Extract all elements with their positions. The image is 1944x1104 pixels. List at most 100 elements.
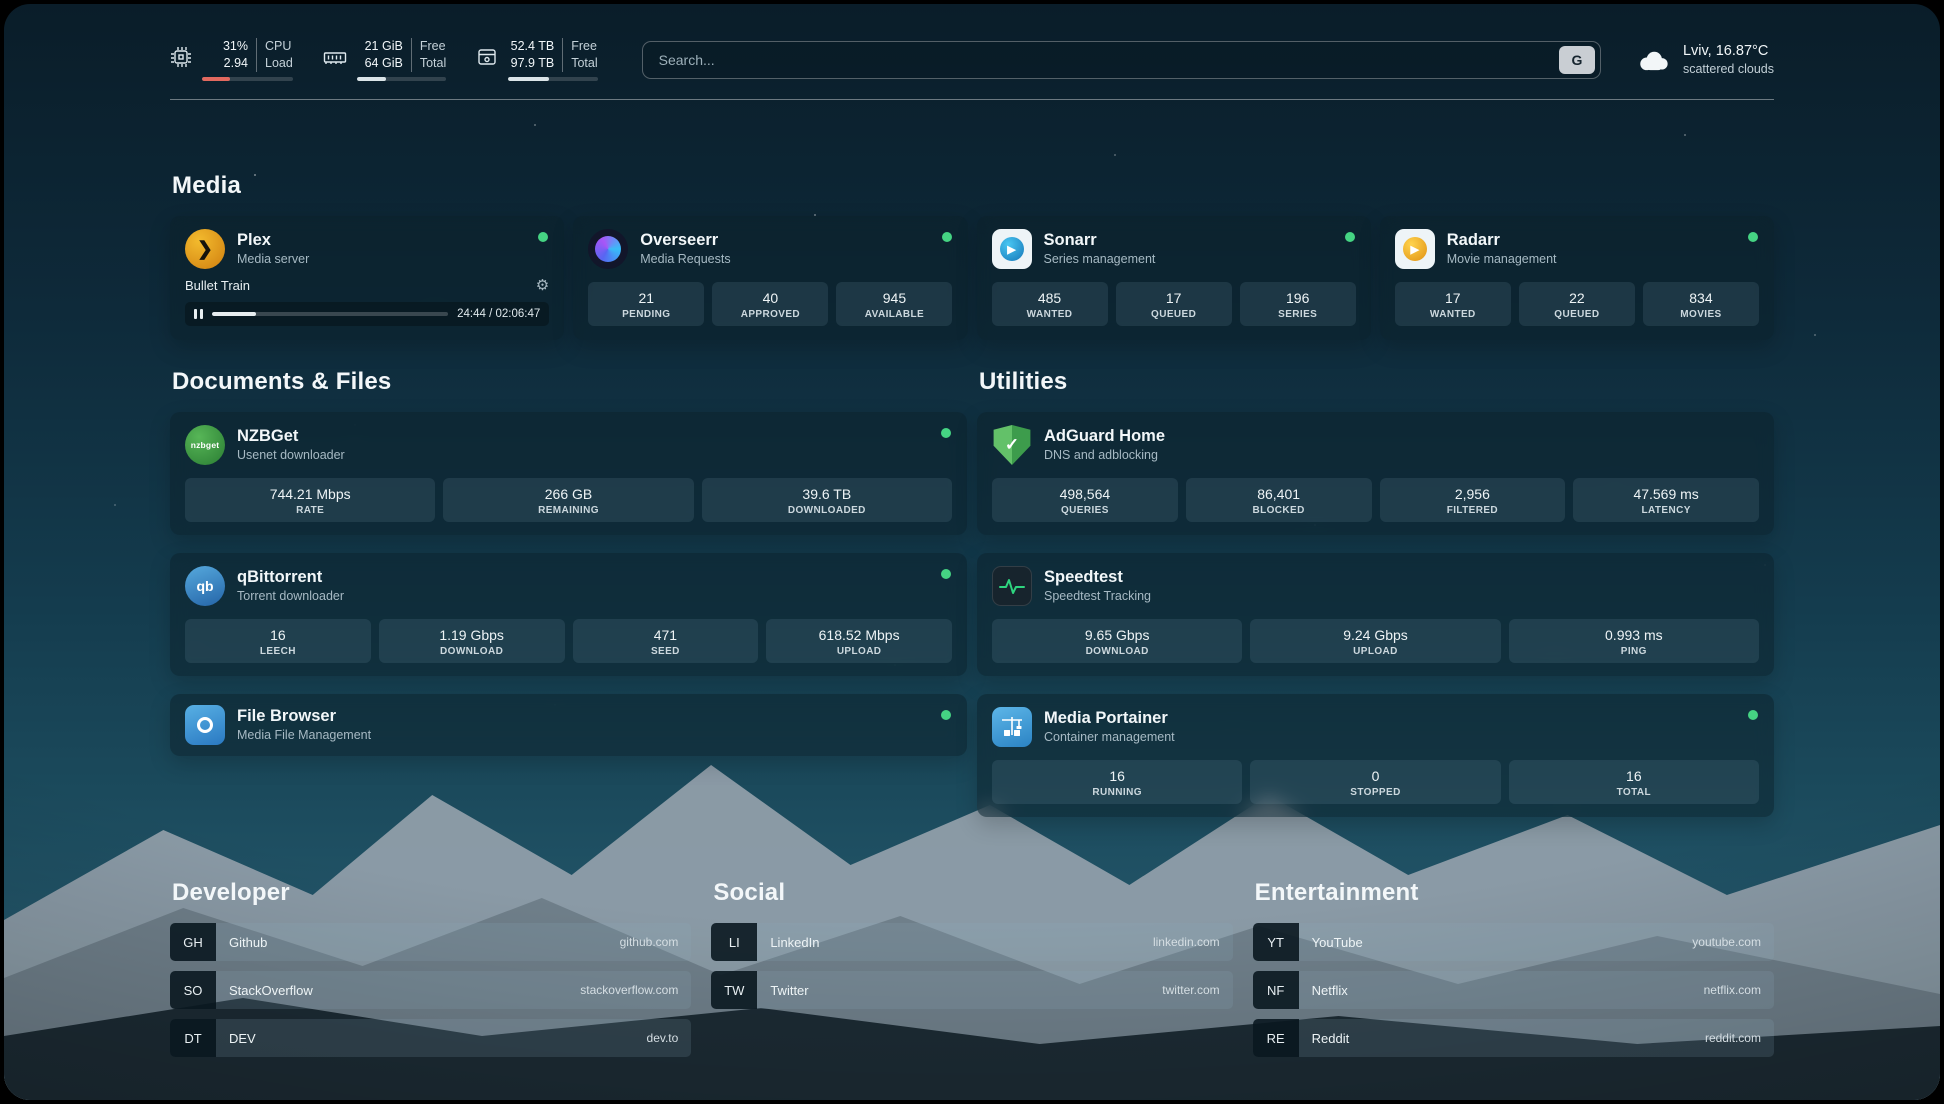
service-subtitle: Torrent downloader (237, 588, 344, 605)
section-media: Media ❯ Plex Media server Bullet Train (170, 172, 1774, 340)
search-input[interactable] (657, 51, 1559, 69)
pause-button[interactable] (194, 309, 203, 319)
bookmark-stackoverflow[interactable]: SO StackOverflow stackoverflow.com (170, 971, 691, 1009)
nzbget-icon: nzbget (185, 425, 225, 465)
stat-download: 9.65 GbpsDOWNLOAD (992, 619, 1242, 663)
weather-widget: Lviv, 16.87°C scattered clouds (1635, 42, 1774, 78)
stat-blocked: 86,401BLOCKED (1186, 478, 1372, 522)
bookmark-youtube[interactable]: YT YouTube youtube.com (1253, 923, 1774, 961)
service-name: File Browser (237, 706, 371, 727)
search-provider-button[interactable]: G (1559, 46, 1595, 74)
bookmark-abbr: LI (711, 923, 757, 961)
section-documents: Documents & Files nzbget NZBGet Usenet d… (170, 368, 967, 817)
service-card-sonarr[interactable]: ▶ Sonarr Series management 485WANTED 17Q… (977, 216, 1371, 340)
stat-latency: 47.569 msLATENCY (1573, 478, 1759, 522)
playback-progress-fill (212, 312, 257, 316)
speedtest-icon (992, 566, 1032, 606)
adguard-shield-icon: ✓ (992, 425, 1032, 465)
stat-running: 16RUNNING (992, 760, 1242, 804)
status-dot (941, 569, 951, 579)
service-card-radarr[interactable]: ▶ Radarr Movie management 17WANTED 22QUE… (1380, 216, 1774, 340)
service-subtitle: DNS and adblocking (1044, 447, 1165, 464)
cpu-load-value: 2.94 (202, 55, 248, 72)
cpu-usage-value: 31% (202, 38, 248, 55)
bookmark-name: YouTube (1299, 935, 1363, 950)
service-card-plex[interactable]: ❯ Plex Media server Bullet Train ⚙ (170, 216, 564, 340)
service-name: Radarr (1447, 230, 1557, 251)
memory-total-value: 64 GiB (357, 55, 403, 72)
bookmark-reddit[interactable]: RE Reddit reddit.com (1253, 1019, 1774, 1057)
bookmark-url: youtube.com (1692, 935, 1774, 949)
stat-approved: 40APPROVED (712, 282, 828, 326)
stat-upload: 618.52 MbpsUPLOAD (766, 619, 952, 663)
bookmark-abbr: GH (170, 923, 216, 961)
memory-progress-bar (357, 77, 446, 81)
playback-bar: 24:44 / 02:06:47 (185, 302, 549, 326)
bookmark-group-title: Developer (172, 879, 691, 907)
bookmark-linkedin[interactable]: LI LinkedIn linkedin.com (711, 923, 1232, 961)
memory-free-label: Free (411, 38, 446, 55)
service-subtitle: Media File Management (237, 727, 371, 744)
bookmark-abbr: SO (170, 971, 216, 1009)
bookmark-abbr: NF (1253, 971, 1299, 1009)
stat-queued: 22QUEUED (1519, 282, 1635, 326)
service-name: Speedtest (1044, 567, 1151, 588)
portainer-crane-icon (992, 707, 1032, 747)
section-title-utilities: Utilities (979, 368, 1774, 396)
search-bar[interactable]: G (642, 41, 1601, 79)
stat-rate: 744.21 MbpsRATE (185, 478, 435, 522)
bookmark-name: Reddit (1299, 1031, 1350, 1046)
bookmark-name: LinkedIn (757, 935, 819, 950)
bookmark-github[interactable]: GH Github github.com (170, 923, 691, 961)
service-card-nzbget[interactable]: nzbget NZBGet Usenet downloader 744.21 M… (170, 412, 967, 535)
header-divider (170, 99, 1774, 100)
service-name: qBittorrent (237, 567, 344, 588)
stat-filtered: 2,956FILTERED (1380, 478, 1566, 522)
cpu-progress-fill (202, 77, 230, 81)
stat-download: 1.19 GbpsDOWNLOAD (379, 619, 565, 663)
service-card-portainer[interactable]: Media Portainer Container management 16R… (977, 694, 1774, 817)
cloud-icon (1635, 46, 1671, 74)
service-name: Sonarr (1044, 230, 1156, 251)
service-subtitle: Movie management (1447, 251, 1557, 268)
section-title-media: Media (172, 172, 1774, 200)
service-card-overseerr[interactable]: Overseerr Media Requests 21PENDING 40APP… (573, 216, 967, 340)
service-card-qbittorrent[interactable]: qb qBittorrent Torrent downloader 16LEEC… (170, 553, 967, 676)
dashboard-window: 31%CPU 2.94Load 21 GiBFree 64 GiBTotal (4, 4, 1940, 1100)
service-subtitle: Media Requests (640, 251, 730, 268)
status-dot (941, 428, 951, 438)
disk-widget: 52.4 TBFree 97.9 TBTotal (476, 38, 597, 81)
gear-icon[interactable]: ⚙ (536, 278, 549, 293)
memory-free-value: 21 GiB (357, 38, 403, 55)
disk-progress-fill (508, 77, 549, 81)
stat-ping: 0.993 msPING (1509, 619, 1759, 663)
service-card-speedtest[interactable]: Speedtest Speedtest Tracking 9.65 GbpsDO… (977, 553, 1774, 676)
stat-pending: 21PENDING (588, 282, 704, 326)
top-bar: 31%CPU 2.94Load 21 GiBFree 64 GiBTotal (170, 4, 1774, 81)
sonarr-icon: ▶ (992, 229, 1032, 269)
memory-progress-fill (357, 77, 387, 81)
bookmark-dev[interactable]: DT DEV dev.to (170, 1019, 691, 1057)
disk-free-value: 52.4 TB (508, 38, 554, 55)
plex-now-playing: Bullet Train ⚙ 24:44 / 02:06:47 (185, 278, 549, 326)
playback-progress-bar[interactable] (212, 312, 449, 316)
cpu-progress-bar (202, 77, 293, 81)
bookmark-abbr: DT (170, 1019, 216, 1057)
bookmark-netflix[interactable]: NF Netflix netflix.com (1253, 971, 1774, 1009)
bookmark-group-entertainment: Entertainment YT YouTube youtube.com NF … (1253, 879, 1774, 1057)
bookmark-name: DEV (216, 1031, 256, 1046)
bookmark-group-title: Entertainment (1255, 879, 1774, 907)
bookmark-url: stackoverflow.com (580, 983, 691, 997)
plex-icon: ❯ (185, 229, 225, 269)
service-name: Overseerr (640, 230, 730, 251)
bookmark-twitter[interactable]: TW Twitter twitter.com (711, 971, 1232, 1009)
status-dot (1748, 710, 1758, 720)
service-card-filebrowser[interactable]: File Browser Media File Management (170, 694, 967, 756)
qbittorrent-icon: qb (185, 566, 225, 606)
stat-seed: 471SEED (573, 619, 759, 663)
stat-queries: 498,564QUERIES (992, 478, 1178, 522)
disk-total-label: Total (562, 55, 597, 72)
service-card-adguard[interactable]: ✓ AdGuard Home DNS and adblocking 498,56… (977, 412, 1774, 535)
status-dot (1345, 232, 1355, 242)
filebrowser-icon (185, 705, 225, 745)
